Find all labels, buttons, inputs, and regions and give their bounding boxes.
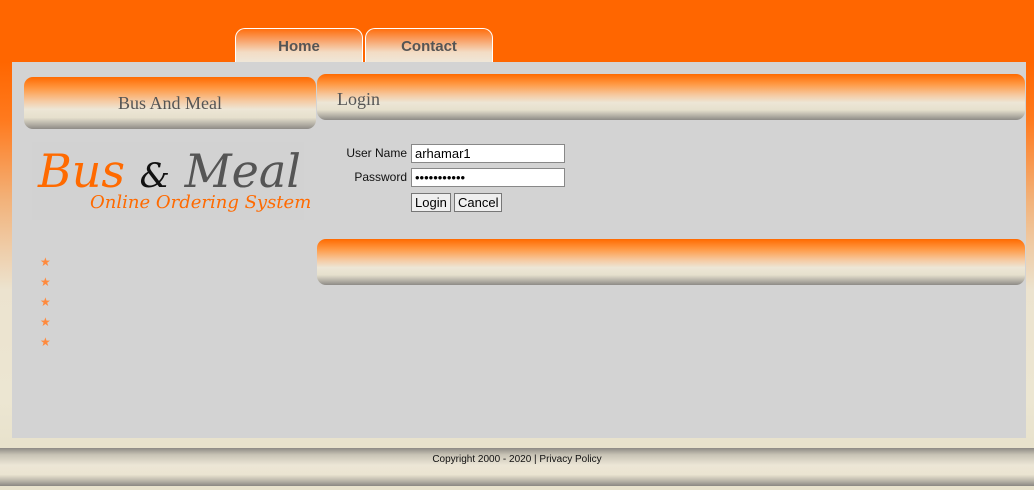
login-button[interactable]: Login [411,193,451,212]
main-panel: Bus And Meal Bus & Meal Online Ordering … [12,62,1026,438]
sidebar-title: Bus And Meal [117,93,222,113]
content-bar [317,239,1025,285]
star-icon: ★ [40,275,51,289]
star-icon: ★ [40,315,51,329]
logo-subtitle: Online Ordering System [90,192,312,213]
tab-home[interactable]: Home [235,28,363,62]
password-label: Password [354,170,407,184]
login-title: Login [337,89,380,109]
tab-contact[interactable]: Contact [365,28,493,62]
star-icon: ★ [40,295,51,309]
sidebar-header: Bus And Meal [24,77,316,129]
footer-copyright: Copyright 2000 - 2020 | Privacy Policy [432,454,602,465]
sidebar-list: ★ ★ ★ ★ ★ [40,252,51,352]
footer: Copyright 2000 - 2020 | Privacy Policy [0,448,1034,486]
password-field[interactable] [411,168,565,187]
username-field[interactable] [411,144,565,163]
site-logo: Bus & Meal Online Ordering System [32,142,311,220]
star-icon: ★ [40,255,51,269]
username-label: User Name [346,146,407,160]
star-icon: ★ [40,335,51,349]
cancel-button[interactable]: Cancel [454,193,503,212]
login-header: Login [317,74,1025,120]
